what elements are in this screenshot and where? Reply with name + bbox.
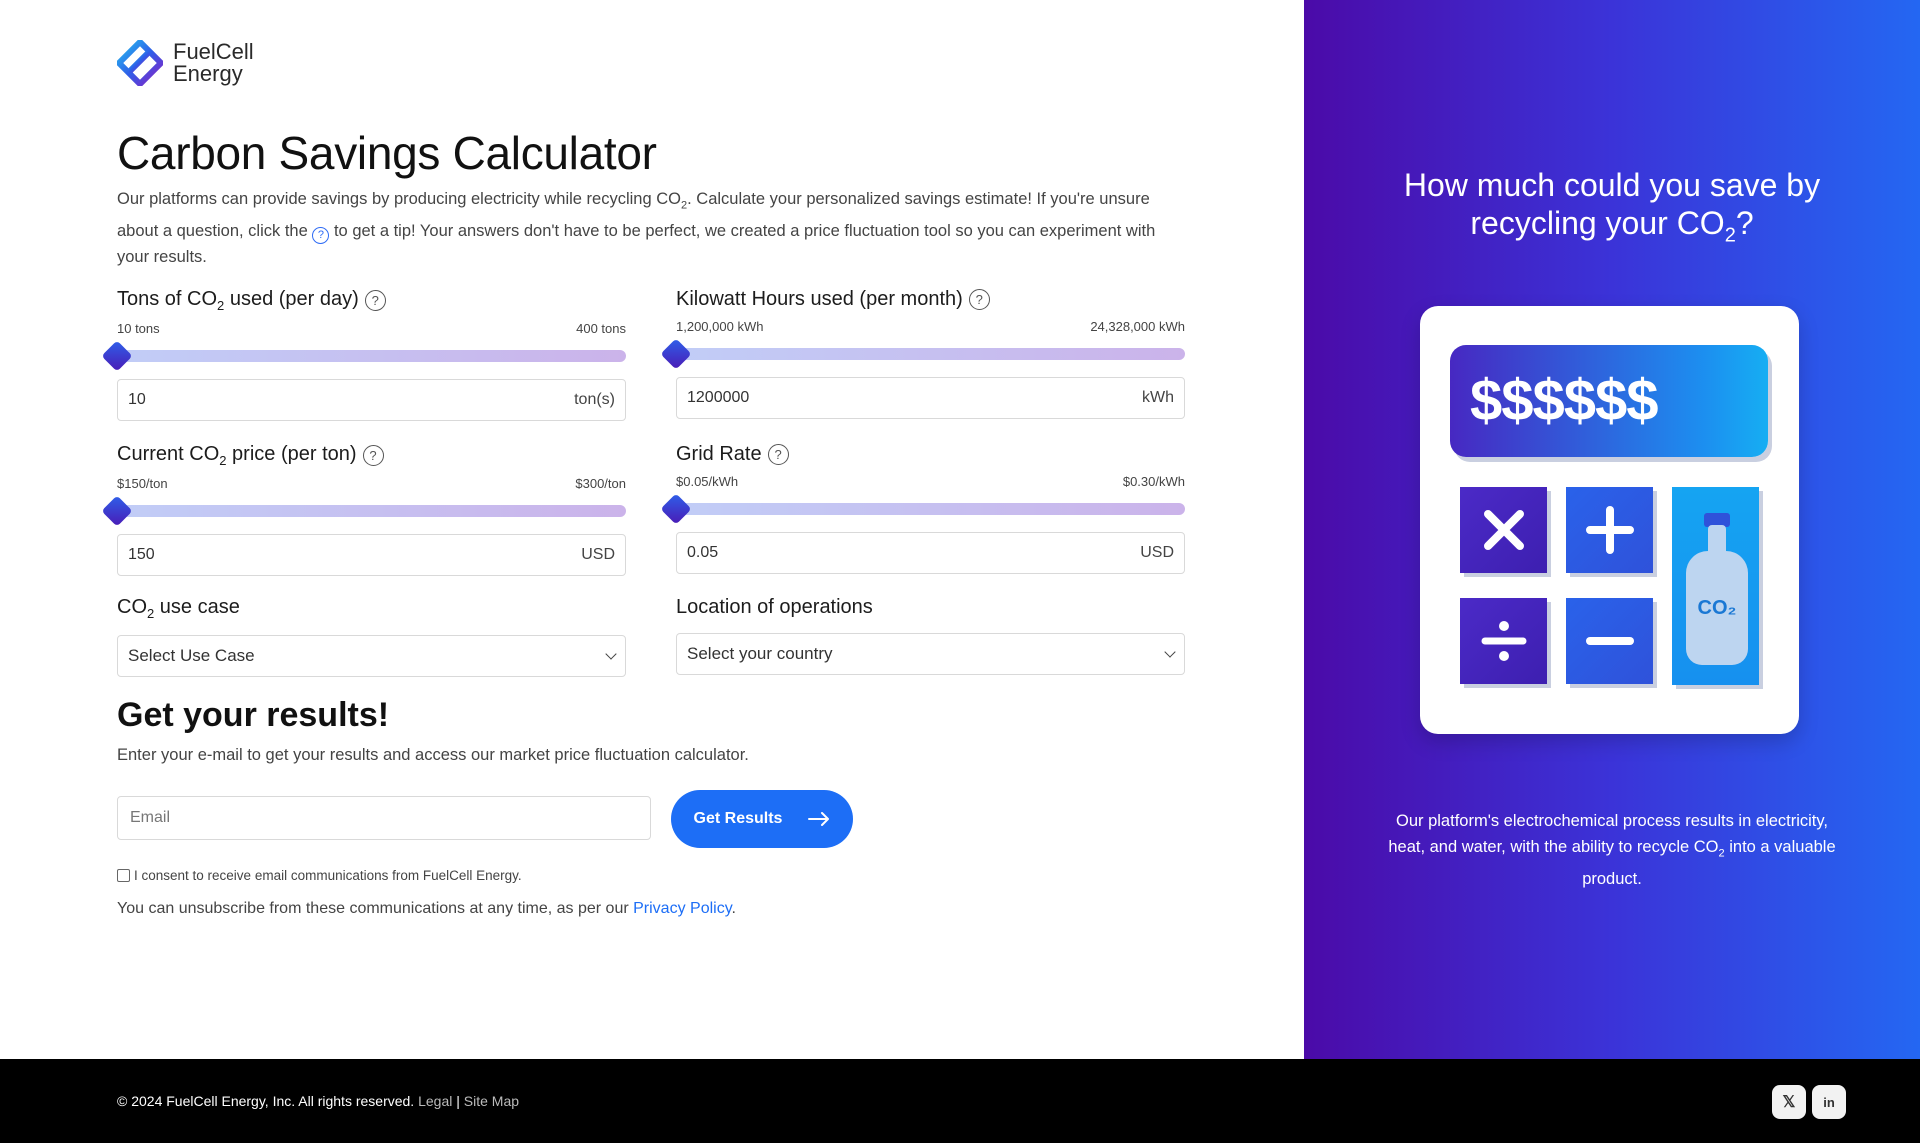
kwh-field: Kilowatt Hours used (per month) ? 1,200,…: [660, 288, 1185, 419]
divide-key-icon: [1460, 598, 1547, 684]
kwh-max-label: 24,328,000 kWh: [1090, 319, 1185, 334]
price-label: Current CO2 price (per ton) ?: [117, 443, 626, 468]
arrow-right-icon: [808, 812, 830, 826]
tank-label: CO₂: [1697, 596, 1737, 619]
location-label: Location of operations: [676, 596, 873, 618]
kwh-input[interactable]: 1200000 kWh: [676, 377, 1185, 419]
location-field: Location of operations Select your count…: [676, 596, 1185, 675]
price-slider[interactable]: [101, 495, 626, 527]
kwh-unit: kWh: [1142, 389, 1174, 406]
grid-unit: USD: [1140, 544, 1174, 561]
brand-line2: Energy: [173, 61, 243, 86]
results-title: Get your results!: [117, 696, 390, 734]
chevron-down-icon: [1164, 646, 1176, 658]
location-selected: Select your country: [687, 644, 833, 663]
kwh-label: Kilowatt Hours used (per month) ?: [676, 288, 1185, 311]
grid-min-label: $0.05/kWh: [676, 474, 739, 489]
price-max-label: $300/ton: [575, 476, 626, 491]
brand-logo[interactable]: FuelCell Energy: [117, 40, 254, 86]
page-title: Carbon Savings Calculator: [117, 127, 657, 179]
co2-tank-key: CO₂: [1672, 487, 1759, 685]
price-min-label: $150/ton: [117, 476, 168, 491]
grid-slider-thumb[interactable]: [660, 493, 692, 525]
multiply-key-icon: [1460, 487, 1547, 573]
calculator-panel: FuelCell Energy Carbon Savings Calculato…: [0, 0, 1304, 1059]
x-social-icon[interactable]: 𝕏: [1772, 1085, 1806, 1119]
email-placeholder: Email: [130, 809, 171, 826]
grid-slider[interactable]: [660, 493, 1185, 525]
get-results-button[interactable]: Get Results: [671, 790, 853, 848]
price-help-icon[interactable]: ?: [362, 445, 384, 466]
kwh-slider-thumb[interactable]: [660, 338, 692, 370]
footer: © 2024 FuelCell Energy, Inc. All rights …: [0, 1059, 1920, 1143]
calculator-display: $$$$$$: [1450, 345, 1768, 457]
price-slider-thumb[interactable]: [101, 495, 133, 527]
brand-name: FuelCell Energy: [173, 41, 254, 85]
results-subtitle: Enter your e-mail to get your results an…: [117, 746, 749, 764]
tons-unit: ton(s): [574, 391, 615, 408]
price-field: Current CO2 price (per ton) ? $150/ton $…: [101, 443, 626, 576]
use-case-field: CO2 use case Select Use Case: [117, 596, 626, 677]
location-select[interactable]: Select your country: [676, 633, 1185, 675]
kwh-slider[interactable]: [660, 338, 1185, 370]
tons-label: Tons of CO2 used (per day) ?: [117, 288, 626, 313]
chevron-down-icon: [605, 648, 617, 660]
tons-help-icon[interactable]: ?: [364, 290, 386, 311]
footer-separator: |: [456, 1093, 460, 1109]
minus-key-icon: [1566, 598, 1653, 684]
sitemap-link[interactable]: Site Map: [464, 1093, 519, 1109]
brand-line1: FuelCell: [173, 39, 254, 64]
plus-key-icon: [1566, 487, 1653, 573]
grid-input[interactable]: 0.05 USD: [676, 532, 1185, 574]
privacy-policy-link[interactable]: Privacy Policy: [633, 900, 731, 917]
help-inline-icon[interactable]: ?: [312, 226, 330, 244]
tons-slider-thumb[interactable]: [101, 340, 133, 372]
price-unit: USD: [581, 546, 615, 563]
intro-text: Our platforms can provide savings by pro…: [117, 190, 1156, 267]
grid-field: Grid Rate ? $0.05/kWh $0.30/kWh 0.05 USD: [660, 443, 1185, 574]
copyright: © 2024 FuelCell Energy, Inc. All rights …: [117, 1093, 520, 1109]
use-case-selected: Select Use Case: [128, 646, 255, 665]
tons-max-label: 400 tons: [576, 321, 626, 336]
consent-checkbox[interactable]: [117, 869, 130, 882]
grid-value[interactable]: 0.05: [687, 544, 718, 562]
consent-row: I consent to receive email communication…: [117, 868, 522, 883]
promo-description: Our platform's electrochemical process r…: [1388, 812, 1836, 889]
promo-title: How much could you save by recycling you…: [1403, 167, 1821, 247]
kwh-min-label: 1,200,000 kWh: [676, 319, 764, 334]
tons-min-label: 10 tons: [117, 321, 160, 336]
grid-max-label: $0.30/kWh: [1122, 474, 1185, 489]
grid-help-icon[interactable]: ?: [767, 444, 789, 465]
grid-label: Grid Rate ?: [676, 443, 1185, 466]
tons-input[interactable]: 10 ton(s): [117, 379, 626, 421]
legal-link[interactable]: Legal: [418, 1093, 452, 1109]
tons-slider[interactable]: [101, 340, 626, 372]
email-field[interactable]: Email: [117, 796, 651, 840]
kwh-value[interactable]: 1200000: [687, 389, 749, 407]
price-value[interactable]: 150: [128, 546, 155, 564]
get-results-label: Get Results: [693, 810, 783, 827]
linkedin-icon[interactable]: in: [1812, 1085, 1846, 1119]
unsubscribe-text: You can unsubscribe from these communica…: [117, 900, 736, 917]
price-input[interactable]: 150 USD: [117, 534, 626, 576]
co2-tank-icon: CO₂: [1686, 551, 1748, 665]
use-case-select[interactable]: Select Use Case: [117, 635, 626, 677]
consent-label: I consent to receive email communication…: [134, 868, 522, 883]
kwh-help-icon[interactable]: ?: [968, 289, 990, 310]
promo-panel: How much could you save by recycling you…: [1304, 0, 1920, 1059]
tons-field: Tons of CO2 used (per day) ? 10 tons 400…: [101, 288, 626, 421]
tons-value[interactable]: 10: [128, 391, 146, 409]
fuelcell-logo-icon: [117, 40, 163, 86]
calculator-illustration: $$$$$$ CO₂: [1420, 306, 1799, 734]
use-case-label: CO2 use case: [117, 596, 240, 621]
